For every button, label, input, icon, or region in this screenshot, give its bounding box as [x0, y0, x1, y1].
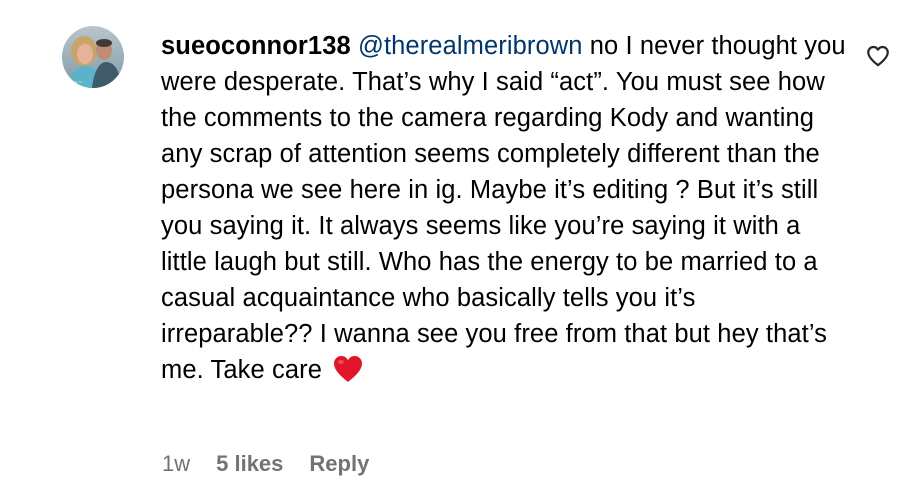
profile-photo: ~~~	[62, 26, 124, 88]
red-heart-emoji	[333, 355, 363, 393]
comment-username[interactable]: sueoconnor138	[161, 32, 351, 60]
comment-mention[interactable]: @therealmeribrown	[358, 32, 583, 60]
comment: ~~~ sueoconnor138 @therealmeribrown no I…	[0, 0, 906, 504]
comment-body: sueoconnor138 @therealmeribrown no I nev…	[161, 28, 851, 393]
reply-button[interactable]: Reply	[309, 451, 369, 477]
avatar[interactable]: ~~~	[62, 26, 124, 88]
heart-outline-icon[interactable]	[865, 43, 891, 69]
svg-text:~~~: ~~~	[68, 79, 83, 86]
comment-timestamp: 1w	[162, 451, 191, 476]
comment-meta: 1w 5 likes Reply	[162, 451, 369, 477]
comment-text: no I never thought you were desperate. T…	[161, 32, 846, 384]
likes-count[interactable]: 5 likes	[216, 451, 283, 477]
